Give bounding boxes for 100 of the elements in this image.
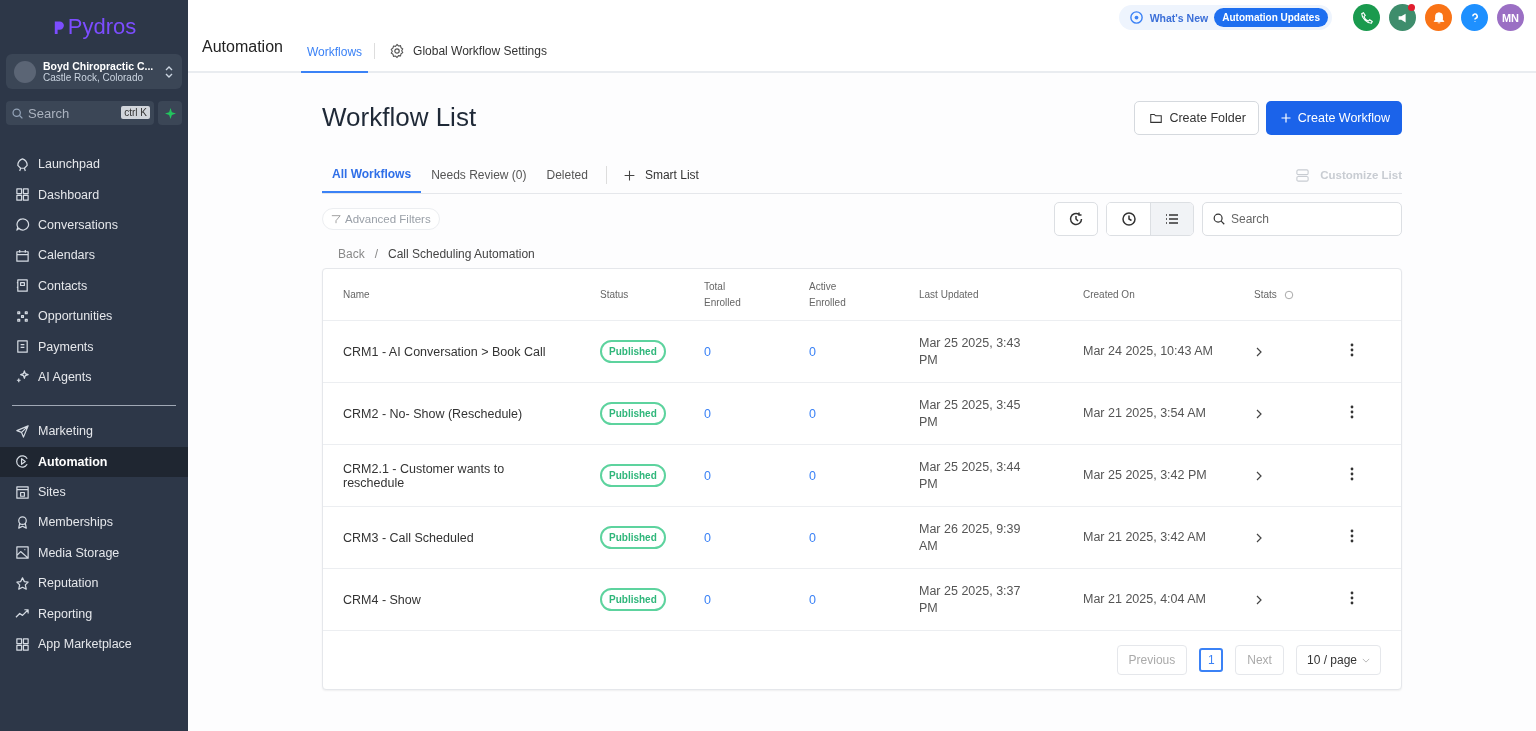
table-cell-text: 0	[704, 406, 712, 421]
table-cell-text: Mar 26 2025, 9:39 AM	[919, 520, 1022, 555]
info-icon	[1283, 289, 1294, 300]
help-button[interactable]	[1461, 4, 1488, 31]
nav-item[interactable]: Reporting	[0, 598, 188, 629]
nav-item[interactable]: AI Agents	[0, 361, 188, 393]
history-icon	[1068, 211, 1084, 227]
settings-icon	[389, 43, 406, 59]
more-options-icon[interactable]	[1350, 467, 1354, 481]
table-cell-text: Mar 21 2025, 3:54 AM	[1083, 405, 1207, 422]
calendar-icon	[15, 247, 30, 263]
announcement-button[interactable]	[1389, 4, 1416, 31]
search-icon	[11, 106, 24, 120]
table-cell-text: 0	[809, 530, 817, 545]
quick-action-button[interactable]	[158, 101, 182, 125]
search-field[interactable]: Search	[1202, 202, 1402, 236]
status-badge: Published	[600, 402, 666, 425]
nav-item[interactable]: Calendars	[0, 240, 188, 271]
chevron-right-icon[interactable]	[1254, 408, 1264, 419]
nav-item[interactable]: Dashboard	[0, 179, 188, 210]
header-tab[interactable]: Workflows	[300, 45, 369, 73]
nav-item[interactable]: Conversations	[0, 209, 188, 241]
user-avatar[interactable]: MN	[1497, 4, 1524, 31]
create-workflow-button[interactable]: Create Workflow	[1265, 100, 1402, 135]
create-folder-button[interactable]: Create Folder	[1134, 100, 1259, 135]
sparkle-icon	[15, 369, 30, 385]
header-tab[interactable]: Global Workflow Settings	[374, 43, 553, 59]
more-options-icon[interactable]	[1350, 343, 1354, 357]
page-size-select[interactable]: 10 / page	[1295, 645, 1381, 675]
status-badge: Published	[600, 526, 666, 549]
column-header: Last Updated	[919, 289, 979, 300]
clock-icon	[1120, 211, 1137, 227]
column-header: Total Enrolled	[704, 279, 742, 310]
workflow-name[interactable]: CRM2 - No- Show (Reschedule)	[343, 406, 600, 421]
column-header: Active Enrolled	[809, 279, 847, 310]
browser-icon	[15, 484, 30, 500]
list-icon	[1164, 211, 1180, 227]
table-cell-text: Mar 25 2025, 3:43 PM	[919, 334, 1022, 369]
updates-badge[interactable]: Automation Updates	[1214, 8, 1328, 27]
chevron-right-icon[interactable]	[1254, 470, 1264, 481]
workflow-name[interactable]: CRM1 - AI Conversation > Book Call	[343, 344, 600, 359]
more-options-icon[interactable]	[1350, 529, 1354, 543]
smart-list-button[interactable]: Smart List	[614, 168, 707, 182]
history-button[interactable]	[1054, 202, 1098, 236]
chevron-updown-icon	[164, 64, 174, 79]
nav-item[interactable]: Payments	[0, 331, 188, 362]
column-header: Status	[600, 289, 629, 300]
phone-button[interactable]	[1353, 4, 1380, 31]
list-tab[interactable]: Needs Review (0)	[421, 157, 537, 193]
nav-item[interactable]: Sites	[0, 476, 188, 508]
workflow-name[interactable]: CRM2.1 - Customer wants to reschedule	[343, 461, 600, 490]
table-cell-text: 0	[809, 592, 817, 607]
notifications-button[interactable]	[1425, 4, 1452, 31]
status-badge: Published	[600, 340, 666, 363]
status-badge: Published	[600, 588, 666, 611]
more-options-icon[interactable]	[1350, 591, 1354, 605]
nav-item[interactable]: Reputation	[0, 568, 188, 599]
table-cell-text: 0	[809, 406, 817, 421]
page-number[interactable]: 1	[1199, 648, 1224, 672]
badge-icon	[15, 515, 30, 530]
table-cell-text: Mar 25 2025, 3:44 PM	[919, 458, 1022, 493]
phone-icon	[1359, 10, 1374, 25]
location-avatar	[14, 60, 36, 83]
chevron-right-icon[interactable]	[1254, 594, 1264, 605]
search-icon	[1212, 212, 1226, 226]
table-cell-text: 0	[704, 592, 712, 607]
contact-book-icon	[15, 278, 30, 294]
workflow-name[interactable]: CRM4 - Show	[343, 592, 600, 607]
list-view-button[interactable]	[1150, 203, 1193, 235]
table-cell-text: Mar 21 2025, 4:04 AM	[1083, 591, 1207, 608]
nav-item[interactable]: Automation	[0, 446, 188, 477]
nav-item[interactable]: Launchpad	[0, 149, 188, 180]
table-cell-text: Mar 25 2025, 3:42 PM	[1083, 467, 1208, 484]
list-tab[interactable]: All Workflows	[322, 157, 422, 193]
table-cell-text: 0	[704, 468, 712, 483]
nav-item[interactable]: App Marketplace	[0, 628, 188, 660]
workflow-name[interactable]: CRM3 - Call Scheduled	[343, 530, 600, 545]
nodes-icon	[15, 308, 30, 324]
nav-item[interactable]: Media Storage	[0, 537, 188, 569]
nav-item[interactable]: Memberships	[0, 507, 188, 538]
nav-item[interactable]: Marketing	[0, 416, 188, 447]
chevron-down-icon	[1362, 657, 1370, 663]
chevron-right-icon[interactable]	[1254, 346, 1264, 357]
filter-icon	[331, 214, 341, 224]
chevron-right-icon[interactable]	[1254, 532, 1264, 543]
sparkle-icon	[164, 107, 176, 119]
column-header: Name	[343, 289, 370, 300]
nav-item[interactable]: Opportunities	[0, 300, 188, 332]
section-title: Automation	[202, 38, 283, 57]
account-switcher[interactable]: Boyd Chiropractic C... Castle Rock, Colorado	[6, 54, 182, 89]
chat-icon	[15, 217, 30, 233]
star-icon	[15, 575, 30, 591]
whats-new-link[interactable]: What's New	[1149, 11, 1209, 24]
list-tab[interactable]: Deleted	[536, 157, 598, 193]
table-cell-text: Mar 25 2025, 3:45 PM	[919, 396, 1022, 431]
breadcrumb-link[interactable]: Back	[338, 247, 365, 261]
more-options-icon[interactable]	[1350, 405, 1354, 419]
nav-item[interactable]: Contacts	[0, 270, 188, 301]
bell-icon	[1431, 10, 1446, 25]
image-icon	[15, 545, 30, 561]
